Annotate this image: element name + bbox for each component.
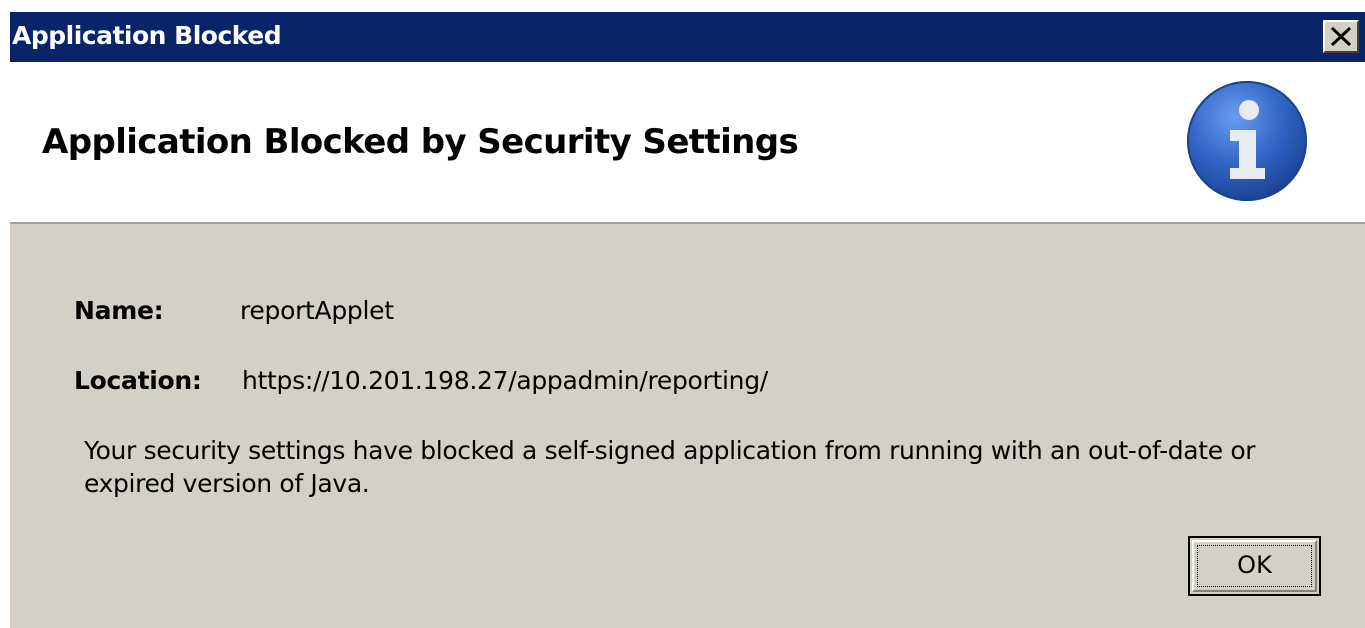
security-message: Your security settings have blocked a se… [84,434,1334,500]
location-value: https://10.201.198.27/appadmin/reporting… [242,366,768,395]
close-icon [1331,27,1351,46]
title-bar[interactable]: Application Blocked [10,12,1365,62]
info-icon [1187,81,1307,201]
message-line-2: expired version of Java. [84,469,370,498]
location-label: Location: [74,366,202,395]
close-button[interactable] [1323,20,1359,53]
application-blocked-dialog: Application Blocked Application Blocked … [10,12,1365,628]
dialog-header: Application Blocked by Security Settings [10,62,1365,224]
window-title: Application Blocked [12,21,282,50]
message-line-1: Your security settings have blocked a se… [84,436,1256,465]
name-label: Name: [74,296,164,325]
dialog-heading: Application Blocked by Security Settings [42,122,799,162]
name-value: reportApplet [240,296,394,325]
ok-button-label: OK [1237,551,1272,579]
ok-button[interactable]: OK [1188,536,1321,596]
